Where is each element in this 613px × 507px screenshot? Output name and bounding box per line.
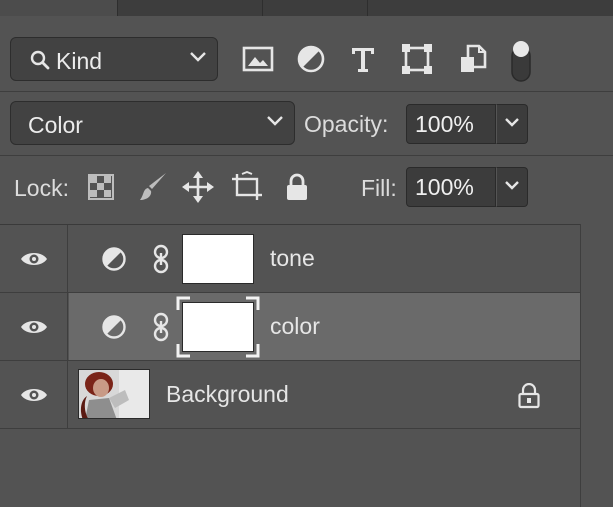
chevron-down-icon xyxy=(504,115,520,133)
opacity-label: Opacity: xyxy=(304,111,389,137)
fill-input[interactable]: 100% xyxy=(406,167,496,207)
layer-row-color[interactable]: color xyxy=(0,293,580,361)
panel-tab-paths[interactable] xyxy=(263,0,368,16)
layer-separator xyxy=(0,428,580,429)
layer-visibility-toggle[interactable] xyxy=(0,361,68,429)
smart-object-filter-icon[interactable] xyxy=(456,42,490,76)
lock-all-icon[interactable] xyxy=(280,170,314,204)
panel-tab-channels[interactable] xyxy=(118,0,263,16)
mask-link-icon[interactable] xyxy=(152,244,170,279)
lock-image-pixels-icon[interactable] xyxy=(136,170,170,204)
chevron-down-icon xyxy=(189,50,207,68)
layer-row-body[interactable]: tone xyxy=(69,225,580,293)
adjustment-filter-icon[interactable] xyxy=(294,42,328,76)
search-icon xyxy=(29,49,51,76)
fill-dropdown-button[interactable] xyxy=(496,167,528,207)
blend-mode-dropdown[interactable]: Color xyxy=(10,101,295,145)
panel-divider xyxy=(0,91,613,92)
adjustment-layer-icon xyxy=(101,246,127,277)
layers-scroll-strip xyxy=(580,224,613,507)
opacity-input[interactable]: 100% xyxy=(406,104,496,144)
filter-toggle[interactable] xyxy=(504,38,538,84)
layer-visibility-toggle[interactable] xyxy=(0,225,68,293)
lock-label: Lock: xyxy=(14,175,69,201)
layers-panel: Kind Color Opacity: 100% Lock: Fill: 100… xyxy=(0,0,613,507)
eye-icon xyxy=(20,253,47,265)
layer-row-body[interactable]: color xyxy=(69,293,580,361)
filter-kind-label: Kind xyxy=(56,48,103,74)
layer-lock-icon xyxy=(517,382,541,414)
blend-mode-label: Color xyxy=(28,112,83,138)
opacity-dropdown-button[interactable] xyxy=(496,104,528,144)
layer-row-background[interactable]: Background xyxy=(0,361,580,429)
layer-mask-thumbnail[interactable] xyxy=(182,234,254,284)
filter-kind-dropdown[interactable]: Kind xyxy=(10,37,218,81)
layer-name[interactable]: tone xyxy=(270,245,315,272)
mask-selection-frame xyxy=(176,296,260,358)
type-filter-icon[interactable] xyxy=(346,42,380,76)
lock-position-icon[interactable] xyxy=(181,170,215,204)
shape-filter-icon[interactable] xyxy=(400,42,434,76)
layer-row-body[interactable]: Background xyxy=(69,361,580,429)
layer-name[interactable]: color xyxy=(270,313,320,340)
panel-tab-layers[interactable] xyxy=(0,0,118,16)
layer-row-tone[interactable]: tone xyxy=(0,225,580,293)
panel-tab-empty xyxy=(368,0,613,16)
lock-artboard-icon[interactable] xyxy=(230,170,264,204)
mask-link-icon[interactable] xyxy=(152,312,170,347)
image-filter-icon[interactable] xyxy=(241,42,275,76)
lock-transparent-pixels-icon[interactable] xyxy=(84,170,118,204)
fill-label: Fill: xyxy=(361,175,397,201)
eye-icon xyxy=(20,389,47,401)
chevron-down-icon xyxy=(266,114,284,132)
layer-visibility-toggle[interactable] xyxy=(0,293,68,361)
eye-icon xyxy=(20,321,47,333)
adjustment-layer-icon xyxy=(101,314,127,345)
chevron-down-icon xyxy=(504,178,520,196)
panel-divider xyxy=(0,155,613,156)
layer-thumbnail[interactable] xyxy=(78,369,150,419)
panel-tab-strip xyxy=(0,0,613,16)
layer-name[interactable]: Background xyxy=(166,381,289,408)
